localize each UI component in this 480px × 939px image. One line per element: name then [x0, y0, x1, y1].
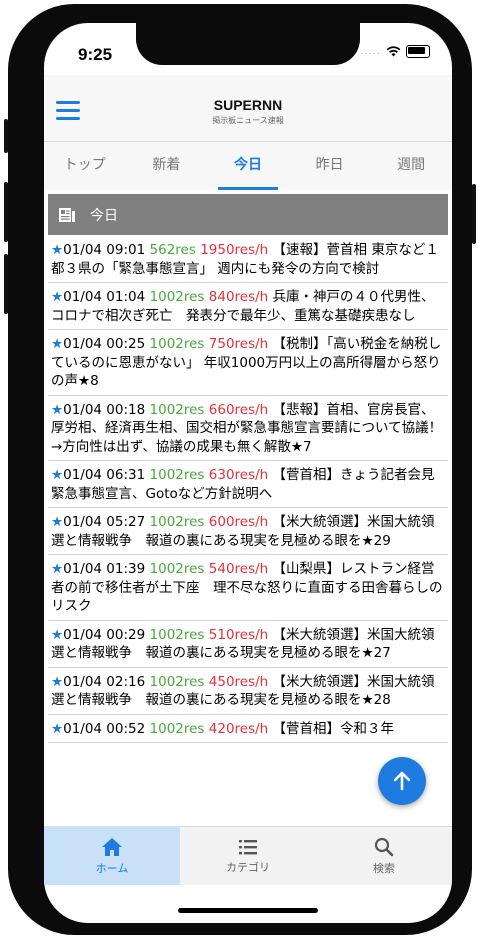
article-res-rate: 840res/h [208, 289, 269, 305]
app-screen: 9:25 ..... SUPERNN 掲示板ニュース速報 トップ 新着 今日 昨… [44, 23, 452, 923]
scroll-top-button[interactable] [378, 757, 426, 805]
article-res-count: 562res [149, 242, 196, 258]
app-title: SUPERNN [213, 97, 283, 113]
star-icon: ★ [51, 673, 64, 690]
star-icon: ★ [51, 514, 64, 530]
nav-category-label: カテゴリ [226, 860, 270, 874]
article-datetime: 01/04 00:52 [63, 720, 146, 737]
list-icon [239, 839, 257, 854]
star-icon: ★ [51, 401, 64, 418]
article-res-rate: 540res/h [208, 561, 269, 577]
article-item[interactable]: ★01/04 00:29 1002res 510res/h 【米大統領選】米国大… [48, 621, 448, 668]
article-res-rate: 660res/h [208, 401, 269, 418]
section-title: 今日 [90, 207, 118, 224]
phone-frame: 9:25 ..... SUPERNN 掲示板ニュース速報 トップ 新着 今日 昨… [4, 4, 476, 935]
tab-bar: トップ 新着 今日 昨日 週間 [44, 142, 452, 190]
article-datetime: 01/04 00:25 [63, 336, 146, 352]
article-res-count: 1002res [149, 401, 205, 418]
article-res-count: 1002res [149, 514, 205, 530]
article-item[interactable]: ★01/04 02:16 1002res 450res/h 【米大統領選】米国大… [48, 668, 448, 715]
volume-up-button [4, 182, 8, 242]
star-icon: ★ [51, 289, 64, 305]
article-item[interactable]: ★01/04 09:01 562res 1950res/h 【速報】菅首相 東京… [48, 236, 448, 283]
nav-category[interactable]: カテゴリ [180, 827, 316, 885]
star-icon: ★ [51, 626, 64, 643]
search-icon [374, 837, 394, 856]
home-icon [102, 837, 122, 856]
nav-home-label: ホーム [95, 861, 129, 875]
article-res-rate: 420res/h [208, 720, 269, 737]
article-datetime: 01/04 09:01 [63, 242, 146, 258]
bottom-nav: ホーム カテゴリ 検索 [44, 826, 452, 885]
article-item[interactable]: ★01/04 00:18 1002res 660res/h 【悲報】首相、官房長… [48, 396, 448, 461]
article-res-count: 1002res [149, 720, 205, 737]
article-res-count: 1002res [149, 467, 205, 483]
article-datetime: 01/04 05:27 [63, 514, 146, 530]
article-datetime: 01/04 02:16 [63, 673, 146, 690]
article-res-count: 1002res [149, 673, 205, 690]
nav-search-label: 検索 [373, 861, 395, 875]
article-datetime: 01/04 00:29 [63, 626, 146, 643]
app-header: SUPERNN 掲示板ニュース速報 [44, 75, 452, 142]
article-res-count: 1002res [149, 336, 205, 352]
tab-weekly[interactable]: 週間 [370, 142, 452, 190]
volume-down-button [4, 254, 8, 314]
battery-icon [406, 45, 430, 58]
article-title: 【菅首相】令和３年 [272, 720, 395, 737]
article-res-rate: 630res/h [208, 467, 269, 483]
article-item[interactable]: ★01/04 00:25 1002res 750res/h 【税制】「高い税金を… [48, 330, 448, 396]
article-datetime: 01/04 00:18 [63, 401, 146, 418]
wifi-icon [386, 46, 401, 57]
notch [136, 23, 360, 65]
article-res-rate: 1950res/h [200, 242, 269, 258]
tab-top[interactable]: トップ [44, 142, 126, 190]
star-icon: ★ [51, 467, 64, 483]
status-icons: ..... [360, 45, 430, 58]
star-icon: ★ [51, 336, 64, 352]
tab-today[interactable]: 今日 [207, 142, 289, 190]
article-item[interactable]: ★01/04 05:27 1002res 600res/h 【米大統領選】米国大… [48, 508, 448, 555]
article-item[interactable]: ★01/04 01:39 1002res 540res/h 【山梨県】レストラン… [48, 555, 448, 621]
mute-switch [4, 119, 8, 153]
nav-search[interactable]: 検索 [316, 827, 452, 885]
article-res-rate: 600res/h [208, 514, 269, 530]
section-header: 今日 [48, 194, 448, 235]
article-res-count: 1002res [149, 561, 205, 577]
article-res-rate: 450res/h [208, 673, 269, 690]
article-res-count: 1002res [149, 289, 205, 305]
app-subtitle: 掲示板ニュース速報 [212, 116, 284, 125]
article-res-rate: 750res/h [208, 336, 269, 352]
tab-new[interactable]: 新着 [126, 142, 208, 190]
status-time: 9:25 [78, 45, 113, 64]
arrow-up-icon [393, 771, 411, 791]
article-item[interactable]: ★01/04 00:52 1002res 420res/h 【菅首相】令和３年 [48, 715, 448, 743]
article-datetime: 01/04 06:31 [63, 467, 146, 483]
star-icon: ★ [51, 561, 64, 577]
newspaper-icon [59, 207, 75, 222]
article-res-rate: 510res/h [208, 626, 269, 643]
star-icon: ★ [51, 720, 64, 737]
article-item[interactable]: ★01/04 06:31 1002res 630res/h 【菅首相】きょう記者… [48, 461, 448, 508]
article-res-count: 1002res [149, 626, 205, 643]
article-datetime: 01/04 01:04 [63, 289, 146, 305]
article-item[interactable]: ★01/04 01:04 1002res 840res/h 兵庫・神戸の４０代男… [48, 283, 448, 330]
article-list: ★01/04 09:01 562res 1950res/h 【速報】菅首相 東京… [48, 236, 448, 826]
home-indicator [178, 908, 318, 913]
nav-home[interactable]: ホーム [44, 827, 180, 885]
signal-dots: ..... [360, 46, 381, 57]
article-datetime: 01/04 01:39 [63, 561, 146, 577]
star-icon: ★ [51, 242, 64, 258]
power-button [472, 184, 476, 244]
tab-yesterday[interactable]: 昨日 [289, 142, 371, 190]
